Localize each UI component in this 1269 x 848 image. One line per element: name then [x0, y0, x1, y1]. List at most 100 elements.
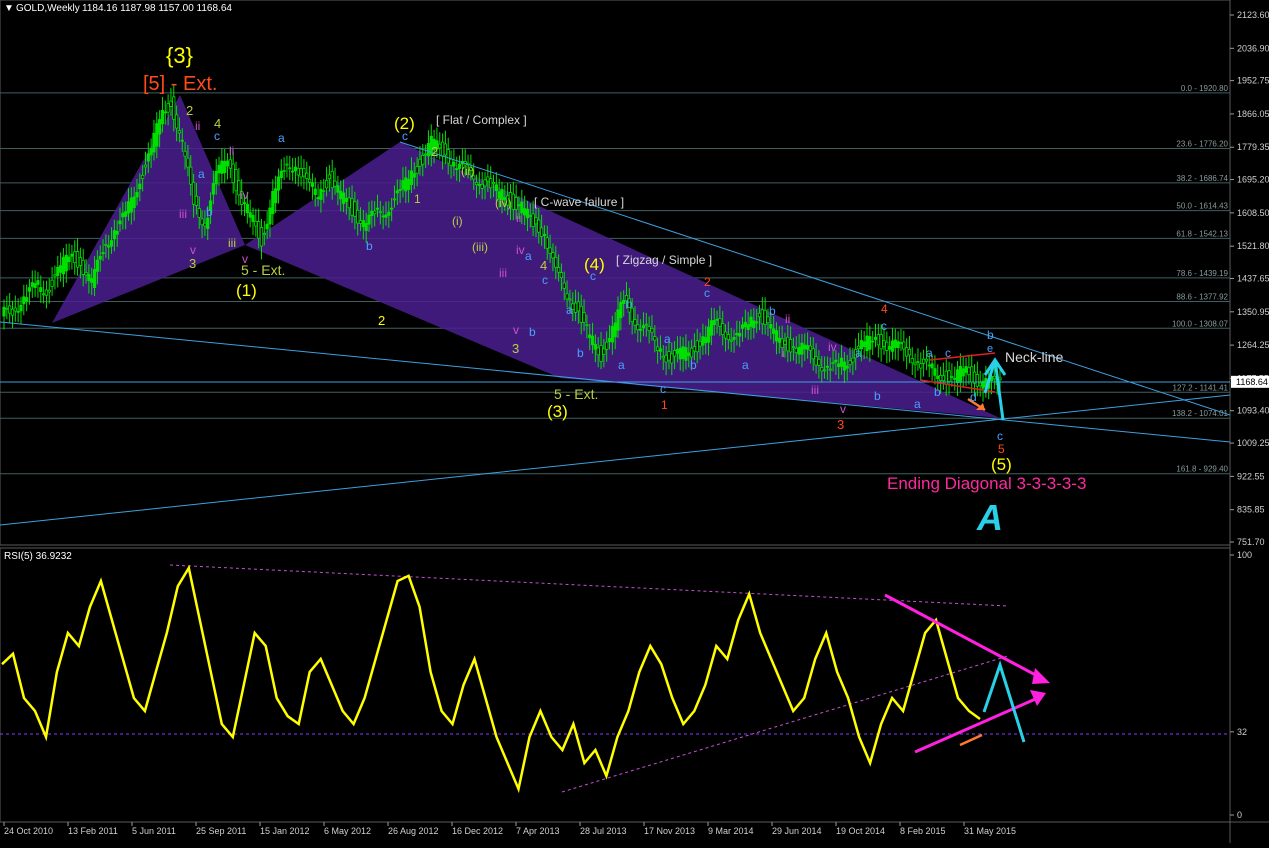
- candle-body: [922, 358, 926, 364]
- wave-label: a: [914, 397, 921, 411]
- candle-body: [387, 211, 391, 216]
- candle-body: [61, 256, 66, 275]
- wave-label: a: [855, 346, 862, 360]
- price-tick-label: 1093.40: [1237, 406, 1269, 416]
- candle-body: [347, 197, 351, 209]
- logo-a-icon: A: [976, 497, 1003, 538]
- wave-label: 1: [661, 398, 668, 412]
- wave-label: ii: [229, 144, 234, 158]
- wave-label: 5 - Ext.: [554, 386, 598, 402]
- candle-body: [511, 193, 515, 210]
- candle-body: [223, 161, 227, 174]
- candle-body: [489, 178, 493, 189]
- time-tick-label: 6 May 2012: [324, 826, 371, 836]
- candle-body: [112, 230, 116, 240]
- price-tick-label: 835.85: [1237, 505, 1265, 515]
- candle-body: [752, 320, 756, 329]
- candle-body: [568, 298, 572, 301]
- wave-label: b: [874, 389, 881, 403]
- candle-body: [726, 334, 730, 340]
- current-price-label: 1168.64: [1236, 377, 1268, 387]
- rsi-tick-label: 32: [1237, 727, 1247, 737]
- wave-label: 2: [186, 103, 193, 118]
- wave-label: [ Zigzag / Simple ]: [616, 253, 712, 267]
- candle-body: [53, 274, 57, 277]
- candle-body: [978, 382, 982, 387]
- candle-body: [291, 170, 295, 173]
- wave-label: 3: [512, 341, 519, 356]
- candle-body: [933, 368, 937, 376]
- candle-body: [197, 208, 201, 218]
- wave-label: a: [926, 346, 933, 360]
- fib-label: 61.8 - 1542.13: [1176, 229, 1228, 238]
- candle-body: [701, 336, 705, 346]
- time-tick-label: 8 Feb 2015: [900, 826, 946, 836]
- wave-label: ii: [785, 312, 790, 326]
- candle-body: [579, 305, 583, 323]
- candle-body: [687, 352, 691, 357]
- candle-body: [590, 335, 595, 346]
- symbol-triangle[interactable]: ▼: [4, 3, 14, 14]
- candle-body: [33, 283, 37, 288]
- candle-body: [307, 178, 312, 183]
- candle-body: [633, 319, 637, 326]
- fib-label: 78.6 - 1439.19: [1176, 269, 1228, 278]
- candle-body: [647, 326, 651, 332]
- candle-body: [789, 339, 793, 353]
- price-tick-label: 1350.95: [1237, 307, 1269, 317]
- candle-body: [341, 192, 346, 204]
- fib-label: 127.2 - 1141.41: [1173, 383, 1229, 392]
- candle-body: [409, 170, 414, 186]
- candle-body: [47, 289, 51, 293]
- candle-body: [259, 227, 264, 247]
- candle-body: [947, 370, 951, 382]
- candle-body: [279, 170, 283, 179]
- candle-body: [180, 139, 184, 142]
- candle-body: [678, 347, 682, 360]
- time-tick-label: 9 Mar 2014: [708, 826, 754, 836]
- candle-body: [825, 365, 829, 368]
- candle-body: [517, 204, 521, 207]
- price-tick-label: 1779.35: [1237, 142, 1269, 152]
- candle-body: [418, 158, 422, 167]
- candle-body: [811, 348, 815, 360]
- candle-body: [129, 197, 133, 213]
- wave-label: iv: [240, 188, 249, 202]
- candle-body: [537, 219, 541, 233]
- time-tick-label: 17 Nov 2013: [644, 826, 695, 836]
- wave-label: b: [690, 358, 697, 372]
- wave-label: d: [970, 390, 977, 404]
- candle-body: [667, 351, 671, 361]
- time-tick-label: 16 Dec 2012: [452, 826, 503, 836]
- candle-body: [542, 233, 547, 236]
- candle-body: [548, 247, 552, 254]
- candle-body: [367, 214, 371, 225]
- candle-body: [322, 189, 326, 192]
- wave-label: iii: [179, 207, 187, 221]
- wave-label: (i): [452, 214, 463, 228]
- candle-body: [709, 320, 713, 336]
- candle-body: [998, 377, 1002, 381]
- symbol-label: GOLD,Weekly: [16, 3, 80, 14]
- candle-body: [146, 153, 150, 162]
- candle-body: [805, 345, 810, 350]
- wave-label: [ Flat / Complex ]: [436, 113, 527, 127]
- candle-body: [692, 346, 697, 352]
- wave-label: [5] - Ext.: [143, 73, 217, 95]
- candle-body: [73, 251, 77, 264]
- candle-body: [364, 223, 368, 231]
- candle-body: [534, 217, 538, 225]
- candle-body: [296, 168, 300, 176]
- candle-body: [698, 340, 702, 347]
- wave-label: i: [782, 346, 785, 360]
- candle-body: [605, 341, 609, 350]
- candle-body: [970, 366, 974, 383]
- candle-body: [211, 183, 215, 195]
- candle-body: [42, 293, 46, 296]
- wave-label: c: [881, 319, 887, 333]
- candle-body: [200, 218, 204, 226]
- candle-body: [755, 321, 759, 324]
- candle-body: [689, 347, 694, 358]
- candle-body: [452, 161, 456, 167]
- candle-body: [828, 368, 832, 371]
